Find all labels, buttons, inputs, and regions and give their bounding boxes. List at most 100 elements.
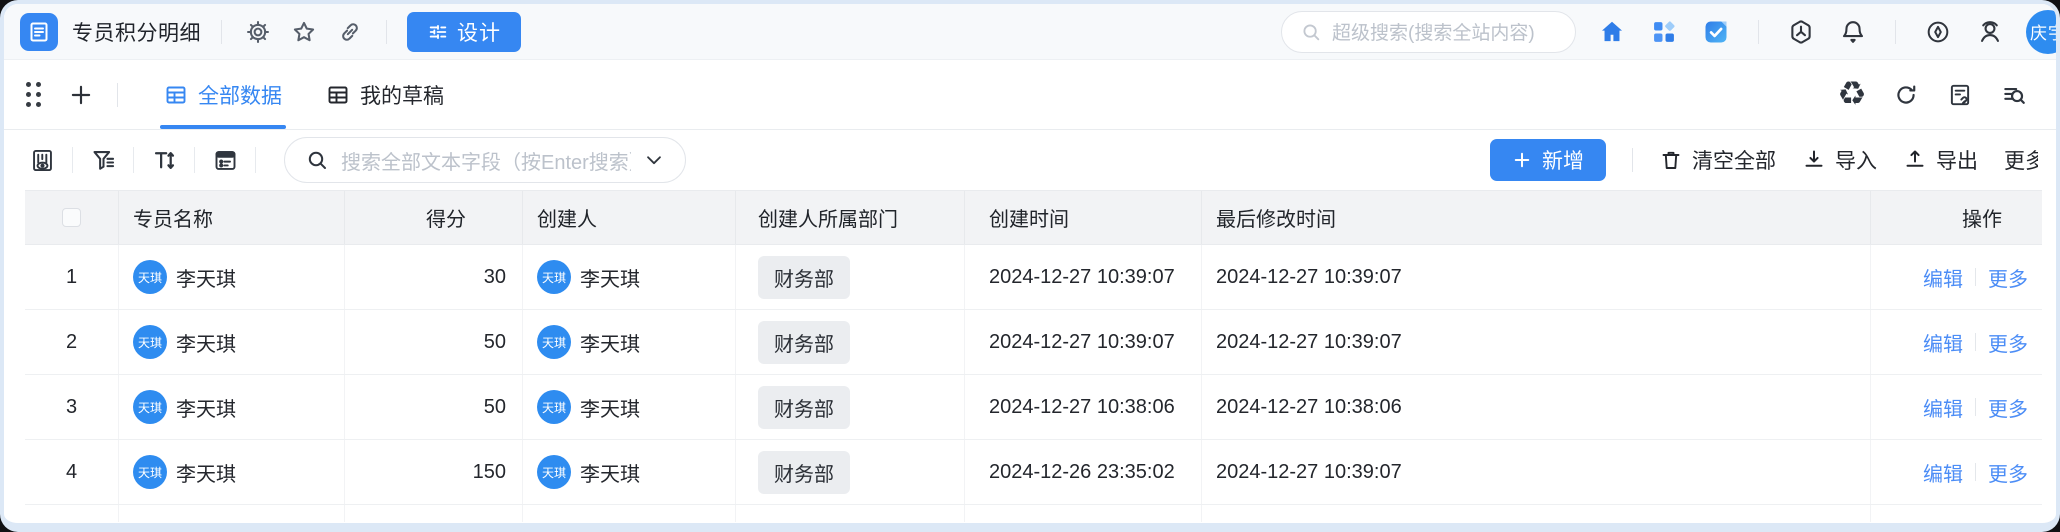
- more-link[interactable]: 更多: [1988, 393, 2028, 422]
- clear-all-button[interactable]: 清空全部: [1659, 145, 1776, 175]
- edit-link[interactable]: 编辑: [1923, 263, 1963, 292]
- notification-bell-icon[interactable]: [1837, 16, 1869, 48]
- export-button[interactable]: 导出: [1903, 145, 1978, 175]
- modified-time-cell: 2024-12-27 10:39:07: [1202, 440, 1871, 504]
- row-index: 4: [25, 440, 119, 504]
- score-cell: 150: [345, 440, 523, 504]
- search-icon: [1300, 21, 1322, 43]
- search-records-icon[interactable]: [1994, 79, 2034, 111]
- form-link-icon[interactable]: [1940, 79, 1980, 111]
- add-button-label: 新增: [1542, 145, 1584, 175]
- more-link[interactable]: 更多: [1988, 328, 2028, 357]
- trash-icon: [1659, 148, 1683, 172]
- integration-hexagon-icon[interactable]: [1785, 16, 1817, 48]
- edit-link[interactable]: 编辑: [1923, 458, 1963, 487]
- row-height-icon[interactable]: [148, 144, 180, 176]
- divider: [117, 83, 118, 107]
- avatar: 天琪: [537, 390, 571, 424]
- divider: [72, 147, 73, 173]
- modified-time-cell: 2024-12-27 10:38:06: [1202, 375, 1871, 439]
- table-search-input[interactable]: 搜索全部文本字段（按Enter搜索）: [284, 137, 686, 183]
- edit-link[interactable]: 编辑: [1923, 328, 1963, 357]
- divider: [1895, 20, 1896, 44]
- tab-my-drafts[interactable]: 我的草稿: [322, 60, 448, 129]
- column-header-name[interactable]: 专员名称: [119, 191, 345, 244]
- avatar: 天琪: [133, 325, 167, 359]
- more-link[interactable]: 更多: [1988, 263, 2028, 292]
- apps-grid-icon[interactable]: [1648, 16, 1680, 48]
- avatar: 天琪: [537, 325, 571, 359]
- divider: [133, 147, 134, 173]
- drag-handle-icon[interactable]: [26, 82, 41, 107]
- records-table: 专员名称 得分 创建人 创建人所属部门 创建时间 最后修改时间 操作 1 天琪 …: [25, 190, 2042, 522]
- tab-all-data[interactable]: 全部数据: [160, 60, 286, 129]
- more-actions-button[interactable]: 更多: [2004, 145, 2038, 175]
- settings-gear-icon[interactable]: [242, 16, 274, 48]
- todo-check-icon[interactable]: [1700, 16, 1732, 48]
- page-title: 专员积分明细: [72, 17, 201, 47]
- global-search-placeholder: 超级搜索(搜索全站内容): [1332, 18, 1535, 45]
- import-button[interactable]: 导入: [1802, 145, 1877, 175]
- export-icon: [1903, 148, 1927, 172]
- edit-link[interactable]: 编辑: [1923, 393, 1963, 422]
- topbar: 专员积分明细: [4, 4, 2056, 60]
- table-toolbar: 搜索全部文本字段（按Enter搜索） 新增: [4, 130, 2056, 190]
- app-window: 专员积分明细: [0, 0, 2060, 532]
- avatar: 天琪: [133, 390, 167, 424]
- add-record-button[interactable]: 新增: [1490, 139, 1606, 181]
- add-tab-plus-icon[interactable]: [65, 79, 97, 111]
- favorite-star-icon[interactable]: [288, 16, 320, 48]
- home-icon[interactable]: [1596, 16, 1628, 48]
- column-header-modified[interactable]: 最后修改时间: [1202, 191, 1871, 244]
- divider: [386, 20, 387, 44]
- plus-icon: [1512, 150, 1532, 170]
- row-index: 3: [25, 375, 119, 439]
- import-icon: [1802, 148, 1826, 172]
- design-button-label: 设计: [457, 17, 501, 47]
- department-badge: 财务部: [758, 386, 850, 429]
- select-all-checkbox[interactable]: [62, 208, 81, 227]
- recycle-bin-icon[interactable]: ♻: [1832, 79, 1872, 111]
- column-header-created[interactable]: 创建时间: [965, 191, 1202, 244]
- table-row[interactable]: 4 天琪 李天琪 150 天琪 李天琪 财务部 2024-12-26 23:35…: [25, 440, 2042, 505]
- more-label: 更多: [2004, 145, 2038, 175]
- divider: [1975, 268, 1976, 286]
- column-header-actions: 操作: [1871, 191, 2042, 244]
- divider: [1975, 463, 1976, 481]
- table-header-row: 专员名称 得分 创建人 创建人所属部门 创建时间 最后修改时间 操作: [25, 190, 2042, 245]
- specialist-name: 李天琪: [176, 393, 236, 422]
- avatar: 天琪: [537, 455, 571, 489]
- score-cell: 30: [345, 245, 523, 309]
- field-display-icon[interactable]: [26, 144, 58, 176]
- score-cell: 50: [345, 310, 523, 374]
- tab-label: 全部数据: [198, 80, 282, 110]
- filter-funnel-icon[interactable]: [87, 144, 119, 176]
- table-grid-icon: [164, 83, 188, 107]
- column-header-creator[interactable]: 创建人: [523, 191, 736, 244]
- divider: [1758, 20, 1759, 44]
- more-link[interactable]: 更多: [1988, 458, 2028, 487]
- form-app-icon: [20, 13, 58, 51]
- creator-name: 李天琪: [580, 458, 640, 487]
- row-index: 1: [25, 245, 119, 309]
- user-avatar[interactable]: 庆宇: [2026, 10, 2060, 54]
- specialist-name: 李天琪: [176, 328, 236, 357]
- sliders-icon: [427, 21, 449, 43]
- table-row[interactable]: 3 天琪 李天琪 50 天琪 李天琪 财务部 2024-12-27 10:38:…: [25, 375, 2042, 440]
- display-settings-icon[interactable]: [209, 144, 241, 176]
- created-time-cell: 2024-12-27 10:38:06: [965, 375, 1202, 439]
- global-search-input[interactable]: 超级搜索(搜索全站内容): [1281, 11, 1576, 53]
- table-row[interactable]: 1 天琪 李天琪 30 天琪 李天琪 财务部 2024-12-27 10:39:…: [25, 245, 2042, 310]
- divider: [255, 147, 256, 173]
- design-button[interactable]: 设计: [407, 12, 521, 52]
- column-header-department[interactable]: 创建人所属部门: [736, 191, 965, 244]
- chevron-down-icon[interactable]: [643, 149, 665, 171]
- compass-icon[interactable]: [1922, 16, 1954, 48]
- refresh-icon[interactable]: [1886, 79, 1926, 111]
- table-row[interactable]: 2 天琪 李天琪 50 天琪 李天琪 财务部 2024-12-27 10:39:…: [25, 310, 2042, 375]
- column-header-score[interactable]: 得分: [345, 191, 523, 244]
- contacts-icon[interactable]: [1974, 16, 2006, 48]
- share-link-icon[interactable]: [334, 16, 366, 48]
- table-row-partial: [25, 505, 2042, 522]
- divider: [221, 20, 222, 44]
